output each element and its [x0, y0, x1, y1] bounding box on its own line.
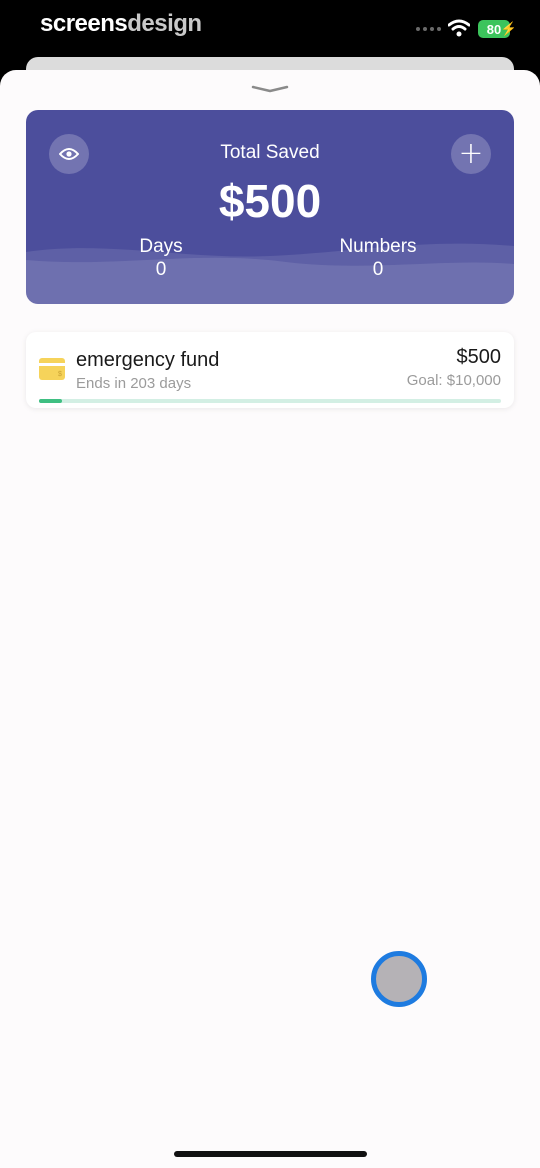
days-stat: Days 0 — [101, 236, 221, 282]
signal-icon — [416, 27, 441, 31]
wifi-icon — [448, 19, 470, 37]
total-saved-amount: $500 — [218, 175, 322, 227]
numbers-label: Numbers — [339, 236, 417, 257]
charging-icon: ⚡ — [500, 21, 517, 36]
brand-logo: screensdesign — [40, 10, 202, 37]
numbers-stat: Numbers 0 — [318, 236, 438, 282]
touch-indicator — [371, 951, 427, 1007]
home-indicator[interactable] — [174, 1151, 367, 1157]
sheet-grabber-icon[interactable] — [251, 84, 289, 94]
goal-name: emergency fund — [76, 349, 220, 371]
goal-card-emergency-fund[interactable]: $ emergency fund Ends in 203 days $500 G… — [26, 332, 514, 408]
goal-target: Goal: $10,000 — [406, 372, 501, 389]
goal-saved-amount: $500 — [456, 346, 502, 368]
wave-decoration — [26, 243, 514, 304]
status-bar: screensdesign 80 ⚡ — [0, 0, 540, 60]
svg-text:$: $ — [58, 371, 62, 378]
goal-deadline: Ends in 203 days — [76, 375, 192, 392]
numbers-value: 0 — [372, 259, 384, 280]
wallet-icon: $ — [39, 358, 65, 380]
days-value: 0 — [155, 259, 167, 280]
total-saved-label: Total Saved — [220, 142, 320, 163]
total-saved-card: + Total Saved $500 Days 0 Numbers 0 — [26, 110, 514, 304]
days-label: Days — [139, 236, 183, 257]
battery-indicator: 80 ⚡ — [478, 20, 517, 38]
bottom-sheet: + Total Saved $500 Days 0 Numbers 0 $ em… — [0, 70, 540, 1168]
goal-progress-bar — [39, 399, 501, 403]
goal-progress-fill — [39, 399, 63, 403]
